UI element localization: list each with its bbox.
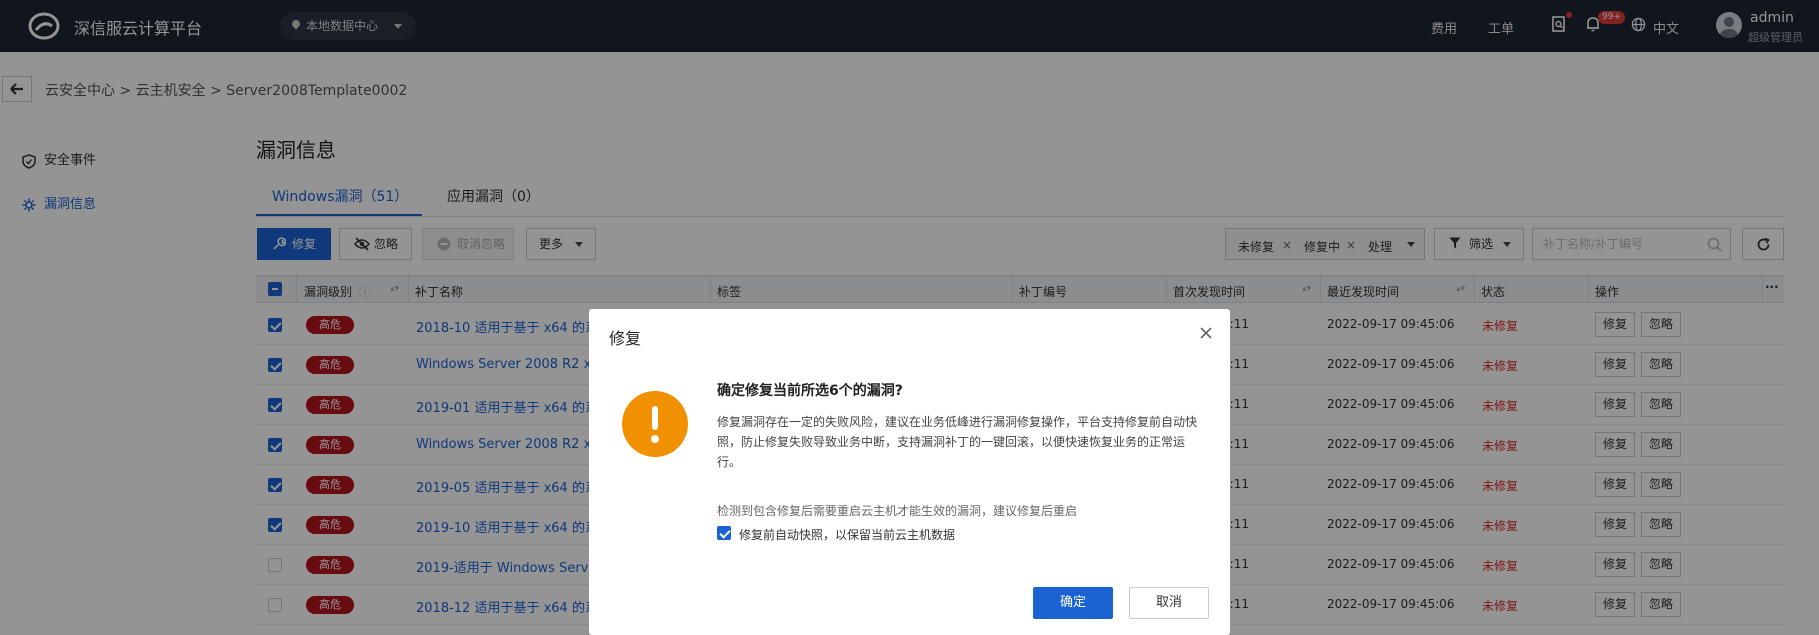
- dialog-message: 修复漏洞存在一定的失败风险，建议在业务低峰进行漏洞修复操作，平台支持修复前自动快…: [717, 415, 1198, 469]
- auto-snapshot-label[interactable]: 修复前自动快照，以保留当前云主机数据: [739, 526, 955, 543]
- cancel-button[interactable]: 取消: [1129, 587, 1209, 619]
- warning-icon: [622, 391, 688, 457]
- confirm-button[interactable]: 确定: [1033, 587, 1113, 619]
- repair-confirm-dialog: 修复 确定修复当前所选6个的漏洞? 修复漏洞存在一定的失败风险，建议在业务低峰进…: [589, 309, 1230, 635]
- dialog-restart-note: 检测到包含修复后需要重启云主机才能生效的漏洞，建议修复后重启: [717, 504, 1078, 518]
- dialog-heading: 确定修复当前所选6个的漏洞?: [717, 383, 903, 399]
- close-icon[interactable]: [1198, 325, 1214, 341]
- auto-snapshot-checkbox[interactable]: [717, 526, 731, 540]
- dialog-title: 修复: [609, 329, 642, 348]
